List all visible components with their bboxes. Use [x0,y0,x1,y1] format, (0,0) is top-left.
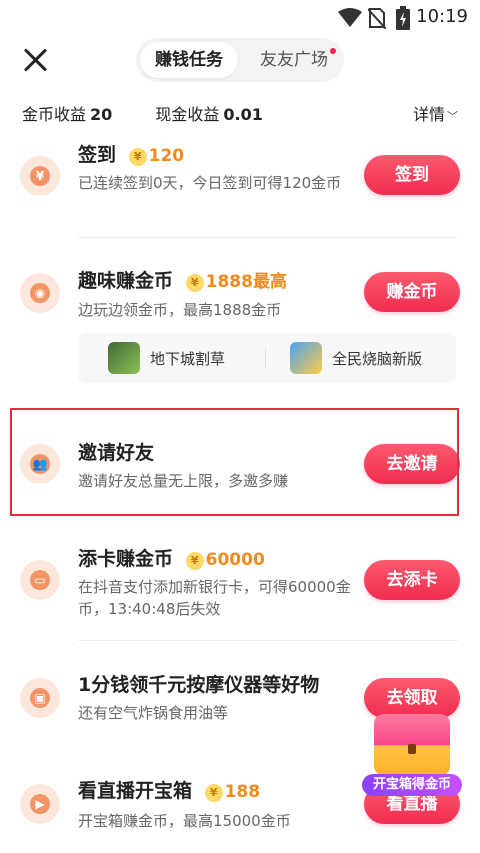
task-reward-value: 60000 [205,550,265,570]
chest-lock-icon [408,744,416,754]
divider [78,640,458,641]
task-title: 看直播开宝箱 ¥188 [78,776,260,803]
coin-icon: ¥ [204,784,223,802]
details-label: 详情 [412,105,445,124]
task-reward: ¥120 [128,146,185,166]
close-icon[interactable] [22,47,48,73]
earnings-summary: 金币收益 20 现金收益 0.01 [22,101,263,125]
task-desc: 边玩边领金币，最高1888金币 [78,301,282,319]
bank-card-icon: ▭ [20,560,60,600]
tab-earn-tasks[interactable]: 赚钱任务 [140,42,238,78]
coin-icon: ¥ [185,552,204,570]
game-item[interactable]: 全民烧脑新版 [290,342,422,374]
task-reward: ¥1888最高 [185,272,287,292]
tab-friend-square[interactable]: 友友广场 [246,42,342,78]
task-reward: ¥60000 [185,550,265,570]
coin-icon: ¥ [185,274,204,292]
task-reward-value: 188 [224,782,261,802]
yen-coin-icon: ¥ [20,156,60,196]
wifi-icon [338,8,362,27]
add-card-button[interactable]: 去添卡 [364,560,460,600]
game-name: 全民烧脑新版 [332,349,423,368]
task-title: 签到 ¥120 [78,140,184,167]
character-face-icon [290,342,322,374]
notification-dot [330,48,336,54]
tab-label: 友友广场 [260,50,328,70]
task-title-text: 看直播开宝箱 [78,780,193,802]
shopping-bag-icon: ▣ [20,678,60,718]
task-title-text: 添卡赚金币 [78,548,174,570]
task-reward: ¥188 [204,782,261,802]
gamepad-icon: ◉ [20,273,60,313]
task-title: 添卡赚金币 ¥60000 [78,544,265,571]
task-desc: 还有空气炸锅食用油等 [78,704,229,722]
no-sim-icon [368,8,386,29]
earn-gold-button[interactable]: 赚金币 [364,272,460,312]
selection-highlight [10,408,459,516]
cash-earnings-value: 0.01 [223,105,263,124]
crossed-swords-icon [108,342,140,374]
game-name: 地下城割草 [150,349,226,368]
cash-earnings-label: 现金收益 [155,105,220,124]
divider [265,348,266,368]
details-link[interactable]: 详情 ﹀ [413,101,458,125]
gold-earnings-label: 金币收益 [22,105,87,124]
treasure-chest-widget[interactable]: 开宝箱得金币 [362,710,462,800]
clock: 10:19 [416,6,468,27]
game-shortcuts: 地下城割草 全民烧脑新版 [78,333,456,383]
tab-bar: 赚钱任务 友友广场 [136,38,344,82]
battery-icon [396,6,410,30]
divider [78,237,458,238]
task-title-text: 趣味赚金币 [78,270,174,292]
chest-label: 开宝箱得金币 [362,774,462,796]
task-reward-value: 1888最高 [205,272,287,292]
task-desc: 开宝箱赚金币，最高15000金币 [78,812,291,830]
task-desc: 在抖音支付添加新银行卡，可得60000金币，13:40:48后失效 [78,578,351,618]
status-bar: 10:19 [0,0,480,36]
task-title: 趣味赚金币 ¥1888最高 [78,266,287,293]
task-title: 1分钱领千元按摩仪器等好物 [78,670,319,697]
task-title-text: 签到 [78,144,117,166]
task-desc: 已连续签到0天，今日签到可得120金币 [78,174,342,192]
tv-icon: ▶ [20,784,60,824]
gold-earnings-value: 20 [90,105,113,124]
checkin-button[interactable]: 签到 [364,155,460,195]
game-item[interactable]: 地下城割草 [108,342,225,374]
task-reward-value: 120 [148,146,185,166]
coin-icon: ¥ [128,148,147,166]
chevron-down-icon: ﹀ [447,110,458,123]
task-title-text: 1分钱领千元按摩仪器等好物 [78,674,320,696]
